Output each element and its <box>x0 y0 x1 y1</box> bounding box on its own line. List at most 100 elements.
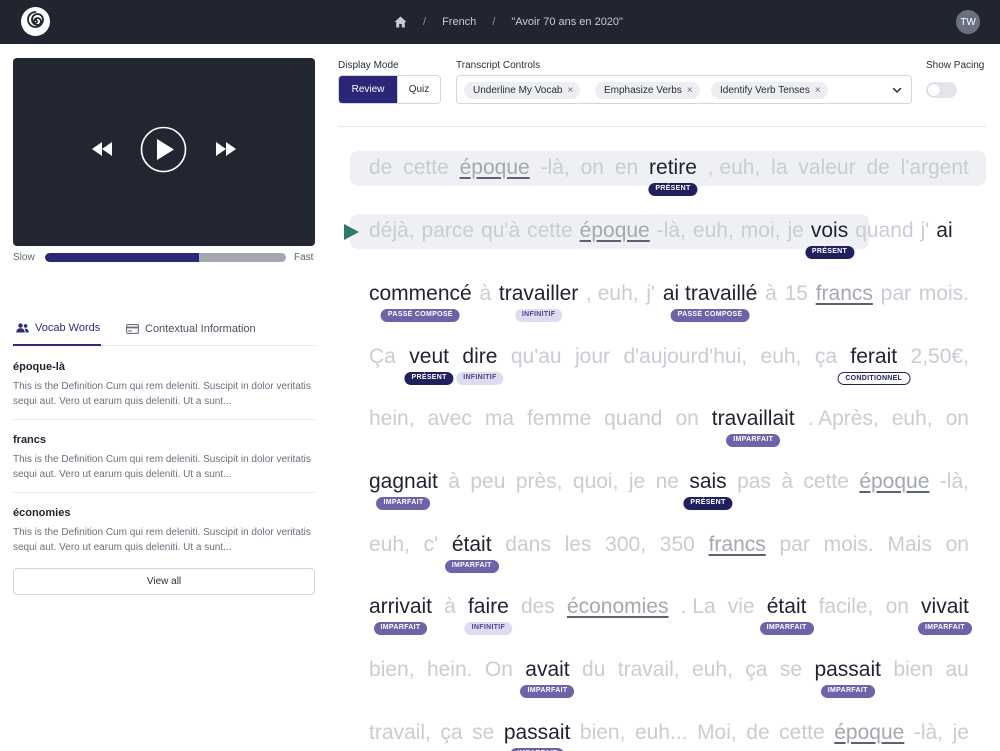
vocab-word[interactable]: francs <box>709 532 766 558</box>
breadcrumb-separator: / <box>492 16 496 28</box>
verb-word[interactable]: faire INFINITIF <box>464 594 513 635</box>
quiz-mode-button[interactable]: Quiz <box>397 76 440 103</box>
chip-underline-my-vocab: Underline My Vocab × <box>464 82 581 99</box>
verb-word-text: sais <box>689 470 727 493</box>
show-pacing-toggle[interactable] <box>926 82 957 98</box>
display-mode-label: Display Mode <box>338 60 399 71</box>
vocab-word[interactable]: époque <box>859 469 929 495</box>
transcript-word: euh, <box>369 533 410 556</box>
transcript-word: parce <box>421 219 475 242</box>
transcript-word: de <box>866 156 890 179</box>
fast-forward-icon[interactable] <box>216 142 236 156</box>
transcript-word: euh, <box>891 407 933 430</box>
transcript-word: la <box>771 156 788 179</box>
verb-word-text: gagnait <box>369 470 438 493</box>
verb-word-text: était <box>766 595 807 618</box>
vocab-word[interactable]: époque <box>580 218 650 244</box>
tense-badge: PRÉSENT <box>648 183 698 196</box>
transcript-word: je <box>628 470 646 493</box>
verb-word-text: travailler <box>498 282 579 305</box>
vocab-word[interactable]: époque <box>460 155 530 181</box>
transcript-word: facile, <box>818 595 874 618</box>
divider <box>338 126 986 127</box>
transcript-word: se <box>472 721 495 744</box>
vocab-item[interactable]: économies This is the Definition Cum qui… <box>13 507 315 555</box>
verb-word-text: retire <box>649 156 697 179</box>
transcript-word: cette <box>803 470 849 493</box>
rewind-icon[interactable] <box>92 142 112 156</box>
vocab-word[interactable]: économies <box>567 594 669 620</box>
verb-word[interactable]: était IMPARFAIT <box>759 594 814 635</box>
verb-word[interactable]: avait IMPARFAIT <box>520 657 575 698</box>
verb-word[interactable]: retire PRÉSENT <box>648 155 698 196</box>
verb-word-text: faire <box>467 595 509 618</box>
transcript-line: travail, çase passaitIMPARFAIT bien, euh... M… <box>369 720 969 751</box>
breadcrumb: / French / "Avoir 70 ans en 2020" <box>394 0 623 44</box>
transcript-word: Mais <box>887 533 932 556</box>
tense-badge: CONDITIONNEL <box>837 372 911 385</box>
vocab-item[interactable]: époque-là This is the Definition Cum qui… <box>13 361 315 409</box>
play-icon[interactable] <box>140 126 187 173</box>
vocab-item[interactable]: francs This is the Definition Cum qui re… <box>13 434 315 482</box>
video-player[interactable] <box>13 58 315 246</box>
verb-word[interactable]: sais PRÉSENT <box>683 469 733 510</box>
speed-fast-label: Fast <box>294 252 314 263</box>
transcript-word: , euh, <box>586 282 639 305</box>
transcript-line: Ça veut PRÉSENT dire INFINITIF qu'au jour d'auj… <box>369 344 969 385</box>
verb-word-text: arrivait <box>369 595 433 618</box>
transcript-word: cette <box>527 219 573 242</box>
transcript-word: de <box>369 156 393 179</box>
chevron-down-icon[interactable] <box>891 84 903 96</box>
verb-word[interactable]: passaitIMPARFAIT <box>504 720 570 751</box>
verb-word[interactable]: ai <box>936 218 952 244</box>
transcript-word: j' <box>920 219 930 242</box>
view-all-button[interactable]: View all <box>13 568 315 595</box>
tab-contextual-information[interactable]: Contextual Information <box>126 312 286 346</box>
verb-word-text: était <box>451 533 492 556</box>
toggle-knob <box>928 84 940 96</box>
verb-word[interactable]: travailler INFINITIF <box>498 281 579 322</box>
verb-word[interactable]: gagnait IMPARFAIT <box>369 469 438 510</box>
transcript-word: j' <box>646 282 656 305</box>
verb-word[interactable]: commencé PASSÉ COMPOSÉ <box>369 281 472 322</box>
app-logo-icon[interactable] <box>21 7 50 36</box>
tense-badge: INFINITIF <box>514 309 563 322</box>
verb-word[interactable]: dire INFINITIF <box>456 344 504 385</box>
tense-badge: INFINITIF <box>456 372 504 385</box>
transcript-word: bien, <box>579 721 626 744</box>
verb-word[interactable]: vivait IMPARFAIT <box>918 594 972 635</box>
transcript-controls-select[interactable]: Underline My Vocab × Emphasize Verbs × I… <box>456 75 912 104</box>
tab-vocab-words[interactable]: Vocab Words <box>13 312 101 346</box>
chip-remove-icon[interactable]: × <box>815 85 821 96</box>
verb-word[interactable]: travaillait IMPARFAIT <box>712 406 795 447</box>
transcript-word: déjà, <box>369 219 415 242</box>
user-avatar[interactable]: TW <box>956 10 980 34</box>
verb-word[interactable]: était IMPARFAIT <box>444 532 499 573</box>
breadcrumb-language[interactable]: French <box>442 16 476 28</box>
transcript-word: on <box>885 595 909 618</box>
home-icon[interactable] <box>394 16 407 28</box>
tense-badge: IMPARFAIT <box>918 622 972 635</box>
chip-emphasize-verbs: Emphasize Verbs × <box>595 82 700 99</box>
chip-remove-icon[interactable]: × <box>687 85 693 96</box>
chip-remove-icon[interactable]: × <box>568 85 574 96</box>
play-marker-icon[interactable] <box>344 224 359 240</box>
transcript-word: euh, <box>760 345 802 368</box>
tense-badge: PASSÉ COMPOSÉ <box>380 309 460 322</box>
tense-badge: PRÉSENT <box>804 246 855 259</box>
vocab-word[interactable]: francs <box>816 281 873 307</box>
tense-badge: IMPARFAIT <box>726 434 781 447</box>
transcript-word: . La <box>680 595 716 618</box>
verb-word[interactable]: vois PRÉSENT <box>804 218 855 259</box>
speed-slider-fill <box>45 253 200 262</box>
playback-speed-slider[interactable] <box>45 253 286 262</box>
review-mode-button[interactable]: Review <box>339 76 397 103</box>
verb-word[interactable]: ferait CONDITIONNEL <box>837 344 911 385</box>
verb-word[interactable]: arrivait IMPARFAIT <box>369 594 433 635</box>
vocab-word[interactable]: époque <box>834 720 904 746</box>
verb-word[interactable]: veut PRÉSENT <box>404 344 454 385</box>
verb-word[interactable]: passaitIMPARFAIT <box>814 657 881 698</box>
transcript-line: déjà, parce qu'à cette époque -là, euh, moi, je v… <box>369 218 969 259</box>
transcript-line: de cette époque -là, on en retire PRÉSENT, euh,… <box>369 155 969 196</box>
verb-word[interactable]: ai travaillé PASSÉ COMPOSÉ <box>663 281 757 322</box>
